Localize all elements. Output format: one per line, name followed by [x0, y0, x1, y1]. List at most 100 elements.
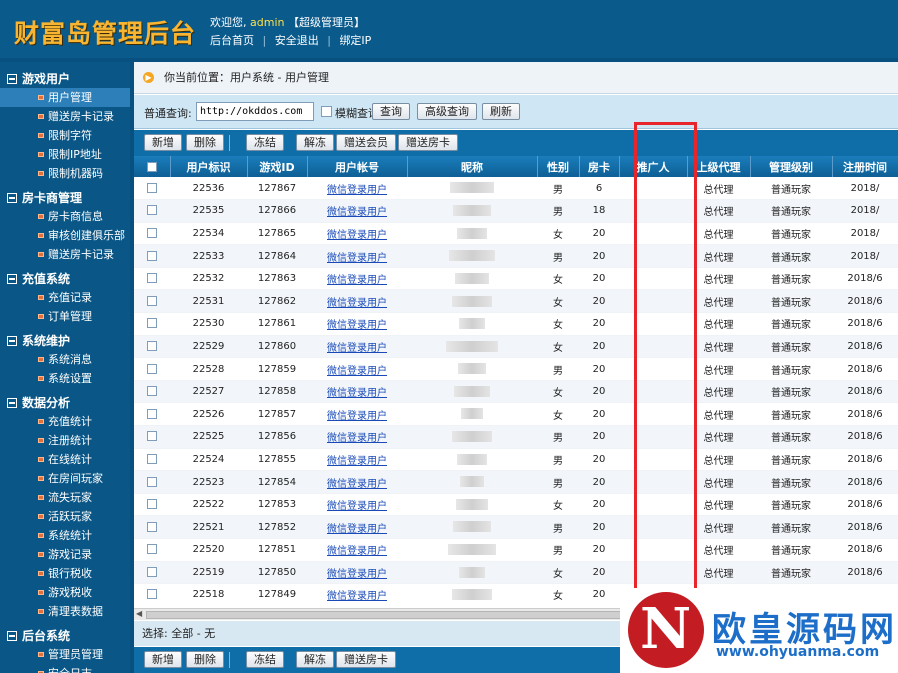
sidebar-item[interactable]: 订单管理: [0, 307, 130, 326]
sidebar-item[interactable]: 系统消息: [0, 350, 130, 369]
sidebar-group-header[interactable]: 房卡商管理: [0, 189, 130, 207]
row-checkbox[interactable]: [147, 566, 157, 577]
table-row[interactable]: 22525127856微信登录用户男20总代理普通玩家2018/617:33:3…: [134, 425, 898, 449]
gift-vip-button[interactable]: 赠送会员: [336, 134, 396, 151]
column-header[interactable]: 注册时间: [832, 156, 898, 177]
table-row[interactable]: 22522127853微信登录用户女20总代理普通玩家2018/613:25:3…: [134, 493, 898, 517]
sidebar-item[interactable]: 银行税收: [0, 564, 130, 583]
table-row[interactable]: 22529127860微信登录用户女20总代理普通玩家2018/612:13:5…: [134, 335, 898, 359]
account-link[interactable]: 微信登录用户: [327, 456, 387, 467]
account-link[interactable]: 微信登录用户: [327, 253, 387, 264]
row-checkbox[interactable]: [147, 340, 157, 351]
table-row[interactable]: 22536127867微信登录用户男6总代理普通玩家2018/22:51:03: [134, 177, 898, 201]
row-checkbox[interactable]: [147, 521, 157, 532]
sidebar-item[interactable]: 系统统计: [0, 526, 130, 545]
table-row[interactable]: 22521127852微信登录用户男20总代理普通玩家2018/612:05:0…: [134, 515, 898, 539]
sidebar-item[interactable]: 限制字符: [0, 126, 130, 145]
sidebar-item[interactable]: 注册统计: [0, 431, 130, 450]
table-row[interactable]: 22520127851微信登录用户男20总代理普通玩家2018/612:01:1…: [134, 538, 898, 562]
table-row[interactable]: 22523127854微信登录用户男20总代理普通玩家2018/614:26:4…: [134, 470, 898, 494]
delete-button[interactable]: 删除: [186, 651, 224, 668]
sidebar-item[interactable]: 游戏税收: [0, 583, 130, 602]
row-checkbox[interactable]: [147, 273, 157, 284]
sidebar-item[interactable]: 清理表数据: [0, 602, 130, 621]
sidebar-item[interactable]: 系统设置: [0, 369, 130, 388]
table-row[interactable]: 22532127863微信登录用户女20总代理普通玩家2018/616:49:3…: [134, 267, 898, 291]
home-link[interactable]: 后台首页: [210, 34, 254, 47]
account-link[interactable]: 微信登录用户: [327, 207, 387, 218]
logout-link[interactable]: 安全退出: [275, 34, 319, 47]
table-row[interactable]: 22533127864微信登录用户男20总代理普通玩家2018/19:09:13: [134, 244, 898, 268]
sidebar-item[interactable]: 用户管理: [0, 88, 130, 107]
row-checkbox[interactable]: [147, 386, 157, 397]
select-none-link[interactable]: 无: [204, 627, 215, 640]
sidebar-group-header[interactable]: 数据分析: [0, 394, 130, 412]
select-all-link[interactable]: 全部: [171, 627, 193, 640]
account-link[interactable]: 微信登录用户: [327, 501, 387, 512]
account-link[interactable]: 微信登录用户: [327, 433, 387, 444]
row-checkbox[interactable]: [147, 182, 157, 193]
sidebar-item[interactable]: 充值记录: [0, 288, 130, 307]
gift-cards-button[interactable]: 赠送房卡: [336, 651, 396, 668]
row-checkbox[interactable]: [147, 363, 157, 374]
sidebar-item[interactable]: 充值统计: [0, 412, 130, 431]
freeze-button[interactable]: 冻结: [246, 134, 284, 151]
sidebar-item[interactable]: 活跃玩家: [0, 507, 130, 526]
sidebar-item[interactable]: 在房间玩家: [0, 469, 130, 488]
table-row[interactable]: 22531127862微信登录用户女20总代理普通玩家2018/616:43:3…: [134, 289, 898, 314]
account-link[interactable]: 微信登录用户: [327, 569, 387, 580]
account-link[interactable]: 微信登录用户: [327, 479, 387, 490]
row-checkbox[interactable]: [147, 227, 157, 238]
account-link[interactable]: 微信登录用户: [327, 366, 387, 377]
column-header[interactable]: 性别: [537, 156, 580, 177]
table-row[interactable]: 22519127850微信登录用户女20总代理普通玩家2018/61:16:04: [134, 561, 898, 585]
sidebar-item[interactable]: 在线统计: [0, 450, 130, 469]
table-row[interactable]: 22528127859微信登录用户男20总代理普通玩家2018/611:25:4…: [134, 357, 898, 381]
select-all-checkbox[interactable]: [146, 162, 157, 172]
account-link[interactable]: 微信登录用户: [327, 320, 387, 331]
account-link[interactable]: 微信登录用户: [327, 546, 387, 557]
row-checkbox[interactable]: [147, 544, 157, 555]
row-checkbox[interactable]: [147, 295, 157, 306]
row-checkbox[interactable]: [147, 250, 157, 261]
account-link[interactable]: 微信登录用户: [327, 411, 387, 422]
refresh-button[interactable]: 刷新: [482, 103, 520, 120]
gift-cards-button[interactable]: 赠送房卡: [398, 134, 458, 151]
account-link[interactable]: 微信登录用户: [327, 524, 387, 535]
bind-ip-link[interactable]: 绑定IP: [339, 34, 371, 47]
delete-button[interactable]: 删除: [186, 134, 224, 151]
column-header[interactable]: 用户帐号: [307, 156, 408, 177]
table-row[interactable]: 22530127861微信登录用户女20总代理普通玩家2018/612:14:1…: [134, 312, 898, 336]
row-checkbox[interactable]: [147, 431, 157, 442]
sidebar-group-header[interactable]: 系统维护: [0, 332, 130, 350]
table-row[interactable]: 22526127857微信登录用户女20总代理普通玩家2018/610:04:2…: [134, 402, 898, 427]
table-row[interactable]: 22524127855微信登录用户男20总代理普通玩家2018/616:09:2…: [134, 448, 898, 472]
sidebar-item[interactable]: 游戏记录: [0, 545, 130, 564]
row-checkbox[interactable]: [147, 499, 157, 510]
column-header[interactable]: 用户标识: [170, 156, 248, 177]
sidebar-group-header[interactable]: 游戏用户: [0, 70, 130, 88]
column-header[interactable]: 管理级别: [750, 156, 833, 177]
fuzzy-search-checkbox[interactable]: [321, 106, 332, 117]
row-checkbox[interactable]: [147, 453, 157, 464]
unfreeze-button[interactable]: 解冻: [296, 651, 334, 668]
account-link[interactable]: 微信登录用户: [327, 298, 387, 309]
freeze-button[interactable]: 冻结: [246, 651, 284, 668]
row-checkbox[interactable]: [147, 205, 157, 216]
account-link[interactable]: 微信登录用户: [327, 185, 387, 196]
add-button[interactable]: 新增: [144, 651, 182, 668]
sidebar-item[interactable]: 房卡商信息: [0, 207, 130, 226]
account-link[interactable]: 微信登录用户: [327, 275, 387, 286]
row-checkbox[interactable]: [147, 318, 157, 329]
sidebar-item[interactable]: 赠送房卡记录: [0, 245, 130, 264]
scroll-left-icon[interactable]: ◀: [136, 609, 142, 618]
row-checkbox[interactable]: [147, 408, 157, 419]
sidebar-item[interactable]: 流失玩家: [0, 488, 130, 507]
account-link[interactable]: 微信登录用户: [327, 230, 387, 241]
sidebar-group-header[interactable]: 后台系统: [0, 627, 130, 645]
table-row[interactable]: 22534127865微信登录用户女20总代理普通玩家2018/15:56:39: [134, 222, 898, 246]
table-row[interactable]: 22527127858微信登录用户女20总代理普通玩家2018/610:59:5…: [134, 380, 898, 404]
column-header[interactable]: 游戏ID: [247, 156, 308, 177]
table-row[interactable]: 22535127866微信登录用户男18总代理普通玩家2018/19:07:50: [134, 199, 898, 223]
sidebar-item[interactable]: 审核创建俱乐部: [0, 226, 130, 245]
